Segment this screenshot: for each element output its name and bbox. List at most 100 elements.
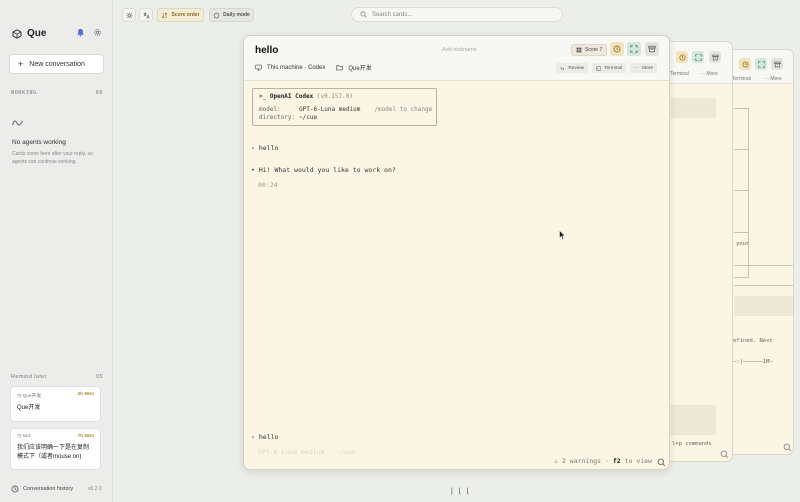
card-header: hello Add nickname Score 7 This machine … — [244, 36, 669, 81]
footer-status-dim: GPT-6-Luna medium · ~/cue — [258, 448, 356, 456]
archive-button[interactable] — [771, 58, 783, 70]
grid-icon — [576, 47, 582, 53]
working-count: 00 — [95, 90, 103, 96]
terminal-icon — [596, 66, 601, 70]
review-button[interactable]: Review — [556, 63, 589, 73]
terminal-text: —:|——————1M— — [733, 359, 773, 365]
mouse-cursor-icon — [559, 230, 566, 240]
card-stack-handle[interactable]: | | | — [451, 488, 470, 495]
new-conversation-button[interactable]: + New conversation — [9, 54, 104, 74]
warnings-status[interactable]: ⚠ 2 warnings · f2 to view — [554, 457, 652, 465]
card-meta: This machine · Codex Que开发 — [255, 63, 372, 72]
more-link[interactable]: ··· More — [700, 71, 718, 77]
search-input[interactable]: Search cards... — [351, 7, 563, 22]
ellipsis-icon: ··· — [634, 65, 640, 71]
codex-info-box: >_ OpenAI Codex (v0.157.0) model: GPT-6-L… — [252, 88, 437, 126]
sun-icon — [125, 11, 133, 19]
clock-icon — [678, 53, 686, 61]
diagram-line — [734, 149, 749, 150]
remind-card[interactable]: ◷ ssd 7h 58m 我们应该明确一下是在复制模式下（或者mouse on) — [10, 428, 101, 470]
archive-icon — [773, 61, 781, 67]
remind-label: Remind later — [11, 374, 47, 380]
terminal-link[interactable]: Terminal — [732, 76, 751, 82]
terminal-text: your — [736, 241, 750, 247]
remind-card-source: ◷ ssd — [17, 434, 30, 439]
sort-icon — [162, 12, 168, 18]
archive-icon — [711, 54, 719, 60]
sidebar: Que + New conversation WORKING 00 No age… — [0, 0, 113, 502]
diagram-line — [748, 108, 749, 278]
translate-button[interactable] — [139, 8, 153, 22]
diagram-line — [734, 285, 793, 286]
card-title[interactable]: hello — [255, 45, 278, 56]
diagram-line — [734, 232, 749, 233]
search-icon — [360, 11, 367, 18]
remind-card-title: 我们应该明确一下是在复制模式下（或者mouse on) — [17, 445, 90, 460]
theme-toggle-button[interactable] — [122, 8, 136, 22]
review-label: Review — [568, 65, 585, 71]
expand-icon — [630, 45, 638, 53]
more-button[interactable]: ··· More — [630, 63, 657, 73]
brand-name: Que — [27, 28, 47, 39]
remind-section-header: Remind later 05 — [11, 374, 103, 380]
expand-button[interactable] — [692, 51, 704, 63]
expand-icon — [694, 53, 702, 61]
diagram-line — [734, 108, 749, 109]
daily-mode-label: Daily mode — [223, 12, 250, 18]
conversation-card[interactable]: hello Add nickname Score 7 This machine … — [243, 35, 670, 470]
review-icon — [561, 66, 565, 70]
diagram-line — [734, 265, 793, 266]
daily-mode-icon — [213, 12, 220, 18]
bell-icon[interactable] — [76, 28, 85, 37]
snooze-button[interactable] — [739, 58, 751, 70]
clock-icon — [613, 45, 621, 53]
working-label: WORKING — [11, 90, 37, 96]
new-conversation-label: New conversation — [29, 60, 85, 68]
remind-card[interactable]: ◷ Que开发 2h 58m Que开发 — [10, 386, 101, 422]
assistant-message: • Hi! What would you like to work on? — [251, 166, 396, 174]
remind-card-time: 7h 58m — [77, 434, 94, 439]
search-icon[interactable] — [657, 458, 666, 467]
gear-icon[interactable] — [93, 28, 102, 37]
score-order-label: Score order — [171, 12, 200, 18]
score-order-button[interactable]: Score order — [157, 8, 204, 22]
conversation-history-button[interactable]: Conversation history — [11, 485, 73, 493]
input-line[interactable]: › hello — [251, 433, 278, 441]
archive-button[interactable] — [709, 51, 721, 63]
snooze-button[interactable] — [676, 51, 688, 63]
remind-card-title: Que开发 — [17, 405, 41, 411]
empty-state-title: No agents working — [12, 139, 66, 146]
snooze-button[interactable] — [610, 42, 624, 56]
terminal-button[interactable]: Terminal — [592, 63, 627, 73]
app-version: v0.2.0 — [88, 486, 102, 492]
expand-button[interactable] — [755, 58, 767, 70]
codex-model-row: model: GPT-6-Luna medium/model to change — [259, 106, 433, 113]
more-label: More — [642, 65, 653, 71]
highlight-bar — [671, 405, 716, 435]
search-icon[interactable] — [720, 450, 729, 459]
expand-icon — [757, 60, 765, 68]
archive-button[interactable] — [645, 42, 659, 56]
monitor-icon — [255, 64, 262, 71]
search-placeholder: Search cards... — [372, 11, 413, 18]
brand[interactable]: Que — [12, 28, 46, 39]
search-icon[interactable] — [783, 443, 792, 452]
remind-card-time: 2h 58m — [77, 392, 94, 397]
working-section-header: WORKING 00 — [11, 90, 103, 96]
nickname-input[interactable]: Add nickname — [442, 47, 477, 53]
terminal-label: Terminal — [604, 65, 623, 71]
archive-icon — [648, 45, 656, 53]
diagram-line — [734, 190, 749, 191]
codex-directory-row: directory: ~/cue — [259, 114, 318, 121]
history-icon — [11, 485, 19, 493]
highlight-bar — [734, 296, 793, 316]
codex-header: >_ OpenAI Codex (v0.157.0) — [259, 93, 353, 100]
folder-icon — [336, 65, 343, 71]
expand-button[interactable] — [627, 42, 641, 56]
daily-mode-button[interactable]: Daily mode — [209, 8, 254, 22]
more-link[interactable]: ··· More — [764, 76, 782, 82]
terminal-text: efined. Next — [733, 338, 773, 344]
que-logo-icon — [12, 28, 22, 39]
diagram-line — [734, 277, 749, 278]
terminal-link[interactable]: Terminal — [670, 71, 689, 77]
